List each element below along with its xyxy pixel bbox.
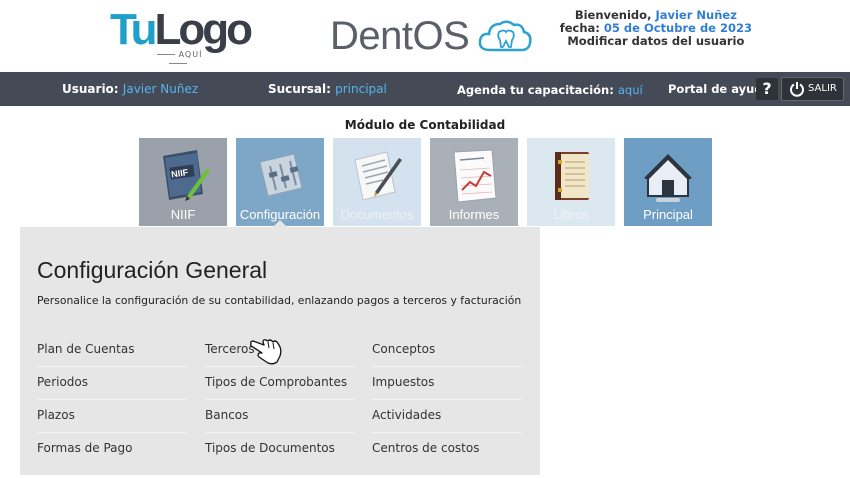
- help-portal-link[interactable]: Portal de ayuda: [668, 82, 770, 96]
- logout-label: SALIR: [808, 83, 837, 94]
- tile-label-niif: NIIF: [170, 207, 196, 222]
- home-icon: [644, 154, 692, 202]
- document-pen-icon: [354, 151, 402, 201]
- tile-label-principal: Principal: [643, 207, 693, 222]
- link-impuestos[interactable]: Impuestos: [372, 367, 522, 400]
- panel-title: Configuración General: [37, 257, 268, 283]
- link-centros-de-costos[interactable]: Centros de costos: [372, 433, 522, 466]
- module-title: Módulo de Contabilidad: [344, 118, 506, 132]
- tile-informes[interactable]: Informes: [430, 138, 518, 226]
- logout-button[interactable]: SALIR: [781, 77, 844, 101]
- cloud-tooth-icon: [479, 20, 533, 52]
- link-tipos-de-comprobantes[interactable]: Tipos de Comprobantes: [205, 367, 355, 400]
- date-label: fecha:: [559, 21, 600, 35]
- brand-name-os: OS: [412, 14, 470, 58]
- help-button[interactable]: ?: [756, 78, 778, 100]
- edit-user-link[interactable]: Modificar datos del usuario: [560, 35, 752, 48]
- link-plazos[interactable]: Plazos: [37, 400, 187, 433]
- tile-label-documentos: Documentos: [340, 207, 414, 222]
- link-tipos-de-documentos[interactable]: Tipos de Documentos: [205, 433, 355, 466]
- book-pen-icon: NIIF: [163, 150, 210, 201]
- ledger-book-icon: [555, 152, 589, 200]
- welcome-box: Bienvenido, Javier Nuñez fecha: 05 de Oc…: [560, 9, 752, 48]
- tile-label-libros: Libros: [553, 207, 589, 222]
- link-actividades[interactable]: Actividades: [372, 400, 522, 433]
- training-info: Agenda tu capacitación: aquí: [457, 83, 643, 97]
- logo-text-logo: Logo: [154, 5, 254, 54]
- hand-pointer-cursor-icon: [250, 339, 282, 365]
- greeting-label: Bienvenido,: [574, 8, 652, 22]
- top-navbar: Usuario: Javier Nuñez Sucursal: principa…: [0, 72, 850, 106]
- settings-sliders-icon: [259, 153, 303, 197]
- dentos-brand: DentOS: [330, 14, 534, 58]
- branch-label: Sucursal:: [268, 82, 331, 96]
- link-formas-de-pago[interactable]: Formas de Pago: [37, 433, 187, 466]
- welcome-user-name[interactable]: Javier Nuñez: [655, 8, 736, 22]
- tile-label-informes: Informes: [448, 207, 500, 222]
- panel-description: Personalice la configuración de su conta…: [37, 294, 522, 307]
- company-logo[interactable]: TuLogo AQUÍ: [110, 5, 253, 62]
- question-icon: ?: [762, 79, 772, 98]
- link-periodos[interactable]: Periodos: [37, 367, 187, 400]
- tile-niif[interactable]: NIIF NIIF: [139, 138, 227, 226]
- tile-documentos[interactable]: Documentos: [333, 138, 421, 226]
- power-icon: [790, 82, 804, 97]
- link-plan-de-cuentas[interactable]: Plan de Cuentas: [37, 334, 187, 367]
- training-label: Agenda tu capacitación:: [457, 83, 614, 97]
- date-value: 05 de Octubre de 2023: [603, 21, 752, 35]
- user-label: Usuario:: [62, 82, 119, 96]
- user-info: Usuario: Javier Nuñez: [62, 82, 198, 96]
- link-bancos[interactable]: Bancos: [205, 400, 355, 433]
- training-link[interactable]: aquí: [618, 83, 643, 97]
- branch-info: Sucursal: principal: [268, 82, 387, 96]
- tile-libros[interactable]: Libros: [527, 138, 615, 226]
- brand-name-dent: Dent: [330, 14, 413, 58]
- link-conceptos[interactable]: Conceptos: [372, 334, 522, 367]
- branch-value[interactable]: principal: [335, 82, 387, 96]
- header: TuLogo AQUÍ DentOS Bienvenido, Javier Nu…: [0, 0, 850, 70]
- logo-subtext: AQUÍ: [140, 50, 215, 68]
- report-chart-icon: [453, 149, 497, 203]
- user-value[interactable]: Javier Nuñez: [123, 82, 198, 96]
- logo-text-tu: Tu: [110, 5, 157, 54]
- tile-principal[interactable]: Principal: [624, 138, 712, 226]
- tile-configuracion[interactable]: Configuración: [236, 138, 324, 226]
